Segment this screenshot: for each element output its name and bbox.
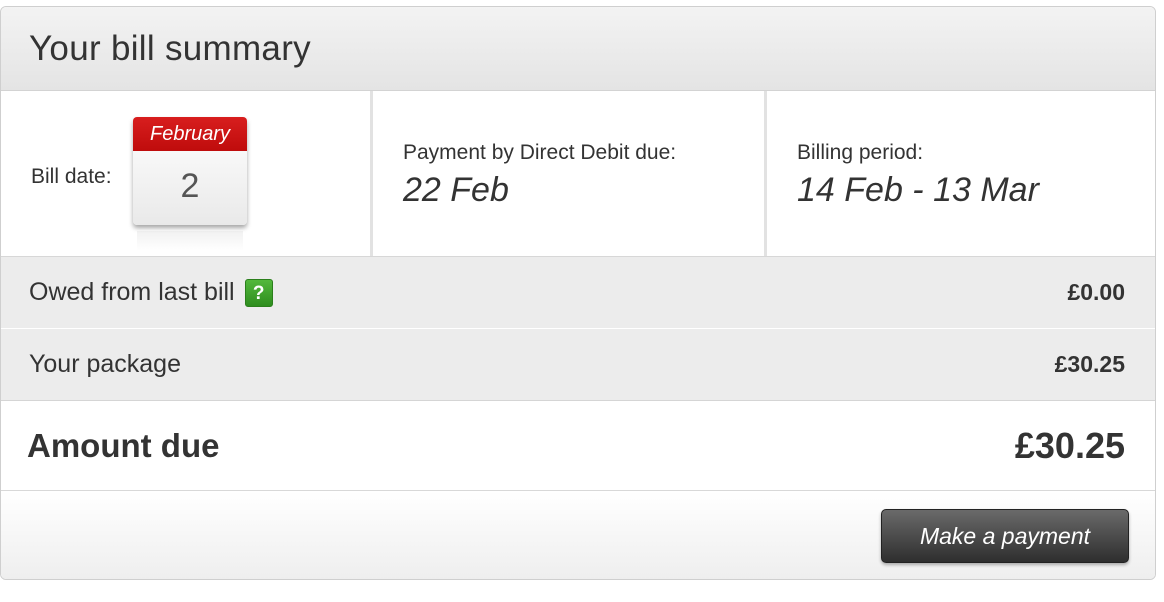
billing-period-label: Billing period: <box>797 141 924 164</box>
make-payment-button[interactable]: Make a payment <box>881 509 1129 563</box>
bill-date-cell: Bill date: February 2 <box>1 91 373 256</box>
payment-due-value: 22 Feb <box>403 171 509 209</box>
calendar-day: 2 <box>180 167 200 205</box>
payment-due-label: Payment by Direct Debit due: <box>403 141 677 164</box>
bill-info-row: Bill date: February 2 Payment by Direct … <box>1 91 1155 257</box>
calendar-icon: February 2 <box>133 117 247 225</box>
calendar-reflection <box>137 231 243 251</box>
owed-from-last-bill-label: Owed from last bill <box>29 278 235 306</box>
billing-period-cell: Billing period: 14 Feb - 13 Mar <box>767 91 1155 256</box>
bill-summary-card: Your bill summary Bill date: February 2 … <box>0 6 1156 580</box>
bill-summary-header: Your bill summary <box>1 7 1155 91</box>
billing-period-value: 14 Feb - 13 Mar <box>797 171 1039 209</box>
bill-date-label: Bill date: <box>31 165 112 188</box>
your-package-row: Your package £30.25 <box>1 329 1155 401</box>
calendar-month: February <box>133 117 247 151</box>
amount-due-label: Amount due <box>27 426 220 464</box>
owed-from-last-bill-value: £0.00 <box>1067 279 1125 305</box>
payment-due-cell: Payment by Direct Debit due: 22 Feb <box>373 91 767 256</box>
your-package-value: £30.25 <box>1054 351 1125 377</box>
bill-summary-footer: Make a payment <box>1 491 1155 579</box>
amount-due-value: £30.25 <box>1014 424 1125 466</box>
amount-due-row: Amount due £30.25 <box>1 401 1155 491</box>
help-icon[interactable]: ? <box>244 278 273 307</box>
owed-from-last-bill-label-wrap: Owed from last bill ? <box>29 278 273 307</box>
owed-from-last-bill-row: Owed from last bill ? £0.00 <box>1 257 1155 329</box>
page-title: Your bill summary <box>29 28 311 68</box>
your-package-label: Your package <box>29 350 181 378</box>
